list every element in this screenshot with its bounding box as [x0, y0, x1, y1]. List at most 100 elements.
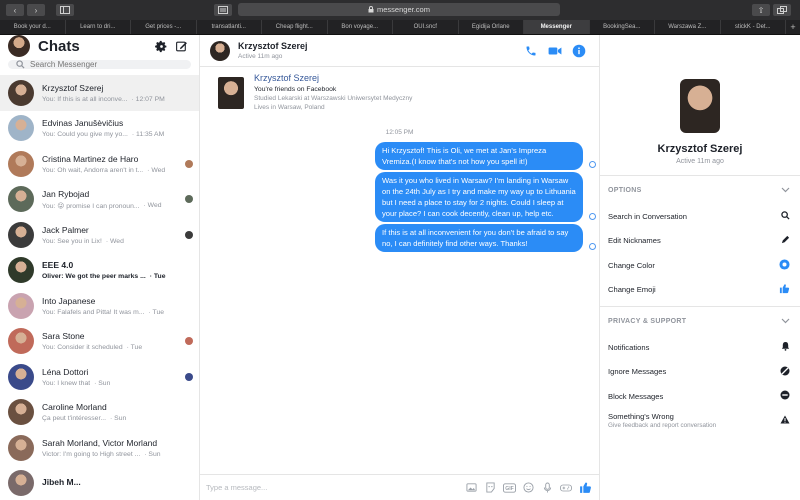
option-label: Something's Wrong	[608, 412, 674, 422]
sent-check-icon	[589, 213, 596, 220]
outgoing-message[interactable]: If this is at all inconvenient for you d…	[375, 224, 596, 252]
sticker-button[interactable]	[482, 480, 498, 496]
share-button[interactable]: ⇧	[752, 4, 770, 16]
conversation-item[interactable]: Sarah Morland, Victor Morland Victor: I'm…	[0, 430, 199, 466]
search-icon	[16, 60, 25, 69]
reader-icon	[218, 6, 228, 14]
browser-tab-6[interactable]: Bon voyage...	[328, 20, 393, 34]
contact-avatar[interactable]	[210, 40, 230, 61]
conversation-item[interactable]: Caroline Morland Ça peut t'intéresser... ·…	[0, 395, 199, 431]
conversation-info-button[interactable]	[569, 41, 589, 61]
back-button[interactable]: ‹	[6, 4, 24, 16]
option-search-in-conversation[interactable]: Search in Conversation	[600, 204, 800, 229]
sidebar-title: Chats	[38, 37, 80, 55]
conversation-avatar	[8, 115, 34, 142]
conversation-item[interactable]: Léna Dottori You: I knew that · Sun	[0, 359, 199, 395]
seen-avatar-icon	[185, 195, 193, 204]
conversation-item[interactable]: Cristina Martinez de Haro You: Oh wait, A…	[0, 146, 199, 182]
new-message-button[interactable]	[171, 36, 191, 56]
phone-icon	[526, 46, 536, 55]
conversation-list: Krzysztof Szerej You: If this is at all i…	[0, 75, 199, 500]
video-call-button[interactable]	[545, 41, 565, 61]
option-something-s-wrong[interactable]: Something's Wrong Give feedback and repor…	[600, 409, 800, 434]
sidebar-header: Chats	[0, 35, 199, 57]
image-button[interactable]	[463, 480, 479, 496]
conversation-avatar	[8, 221, 34, 248]
browser-tab-10[interactable]: BookingSea...	[590, 20, 655, 34]
option-edit-nicknames[interactable]: Edit Nicknames	[600, 229, 800, 254]
address-bar[interactable]: messenger.com	[238, 3, 560, 16]
settings-button[interactable]	[151, 36, 171, 56]
my-avatar[interactable]	[8, 35, 30, 57]
conversation-avatar	[8, 292, 34, 319]
chat-list-sidebar: Chats Krzysztof Szerej You: If this is at…	[0, 35, 200, 500]
tab-bar: Book your d... Learn to dri... Get prices …	[0, 20, 800, 35]
conversation-name: Jan Rybojad	[42, 188, 90, 199]
browser-tab-11[interactable]: Warszawa Z...	[655, 20, 721, 34]
sticker-icon	[485, 482, 495, 493]
voice-clip-button[interactable]	[539, 480, 555, 496]
privacy-section-header[interactable]: PRIVACY & SUPPORT	[600, 307, 800, 335]
conversation-name: Jack Palmer	[42, 224, 89, 235]
outgoing-message[interactable]: Was it you who lived in Warsaw? I'm land…	[375, 172, 596, 222]
option-label: Search in Conversation	[608, 211, 687, 221]
conversation-snippet: You: Oh wait, Andorra aren't in t...	[42, 166, 144, 174]
options-section-header[interactable]: OPTIONS	[600, 176, 800, 204]
gif-button[interactable]: GIF	[501, 480, 517, 496]
intro-name-link[interactable]: Krzysztof Szerej	[254, 73, 412, 83]
browser-tab-1[interactable]: Book your d...	[0, 20, 66, 34]
option-change-color[interactable]: Change Color	[600, 253, 800, 278]
thumbs-up-icon	[779, 283, 790, 296]
compose-icon	[175, 41, 187, 51]
option-label: Notifications	[608, 342, 650, 352]
option-change-emoji[interactable]: Change Emoji	[600, 278, 800, 303]
option-notifications[interactable]: Notifications	[600, 335, 800, 360]
browser-tab-12[interactable]: stickK - Det...	[721, 20, 786, 34]
sidebar-toggle-button[interactable]	[56, 4, 74, 16]
search-input[interactable]	[30, 60, 180, 69]
game-button[interactable]	[558, 480, 574, 496]
forward-button[interactable]: ›	[27, 4, 45, 16]
gif-icon: GIF	[502, 482, 516, 493]
profile-name[interactable]: Krzysztof Szerej	[600, 143, 800, 155]
option-block-messages[interactable]: Block Messages	[600, 384, 800, 409]
tabs-overview-button[interactable]	[773, 4, 791, 16]
message-input[interactable]	[206, 483, 460, 492]
sent-check-icon	[589, 243, 596, 250]
search-icon	[781, 211, 790, 222]
contact-name[interactable]: Krzysztof Szerej	[238, 41, 308, 51]
info-icon	[572, 44, 586, 57]
voice-call-button[interactable]	[521, 41, 541, 61]
conversation-item[interactable]: Krzysztof Szerej You: If this is at all i…	[0, 75, 199, 111]
conversation-item[interactable]: Jack Palmer You: See you in Lix! · Wed	[0, 217, 199, 253]
tabs-icon	[777, 6, 787, 14]
browser-tab-9[interactable]: Messenger	[524, 20, 590, 34]
conversation-item[interactable]: Sara Stone You: Consider it scheduled · Tu…	[0, 324, 199, 360]
option-ignore-messages[interactable]: Ignore Messages	[600, 360, 800, 385]
conversation-item[interactable]: Jibeh M...	[0, 466, 199, 500]
message-text: Hi Krzysztof! This is Oli, we met at Jan…	[382, 146, 547, 166]
outgoing-message[interactable]: Hi Krzysztof! This is Oli, we met at Jan…	[375, 142, 596, 170]
browser-tab-3[interactable]: Get prices -...	[131, 20, 197, 34]
conversation-snippet: You: I knew that	[42, 379, 91, 387]
conversation-item[interactable]: Edvinas Janušèvičius You: Could you give …	[0, 111, 199, 147]
browser-tab-8[interactable]: Egidija Orlane	[459, 20, 524, 34]
conversation-avatar	[8, 257, 34, 284]
conversation-header: Krzysztof Szerej Active 11m ago	[200, 35, 599, 67]
send-like-button[interactable]	[577, 480, 593, 496]
emoji-button[interactable]	[520, 480, 536, 496]
browser-tab-4[interactable]: transatlanti...	[197, 20, 262, 34]
browser-tab-7[interactable]: OUI.sncf	[393, 20, 459, 34]
browser-tab-2[interactable]: Learn to dri...	[66, 20, 131, 34]
browser-tab-5[interactable]: Cheap flight...	[262, 20, 328, 34]
conversation-time: · Tue	[148, 308, 165, 316]
profile-avatar[interactable]	[680, 79, 720, 133]
reader-button[interactable]	[214, 4, 232, 16]
conversation-name: Krzysztof Szerej	[42, 82, 104, 93]
conversation-item[interactable]: Jan Rybojad You: 😜 promise I can pronoun.…	[0, 182, 199, 218]
conversation-item[interactable]: Into Japanese You: Falafels and Pitta! It…	[0, 288, 199, 324]
option-label: Change Emoji	[608, 285, 656, 295]
conversation-item[interactable]: EEE 4.0 Oliver: We got the peer marks ...…	[0, 253, 199, 289]
seen-avatar-icon	[185, 230, 193, 239]
new-tab-button[interactable]: +	[786, 20, 800, 34]
